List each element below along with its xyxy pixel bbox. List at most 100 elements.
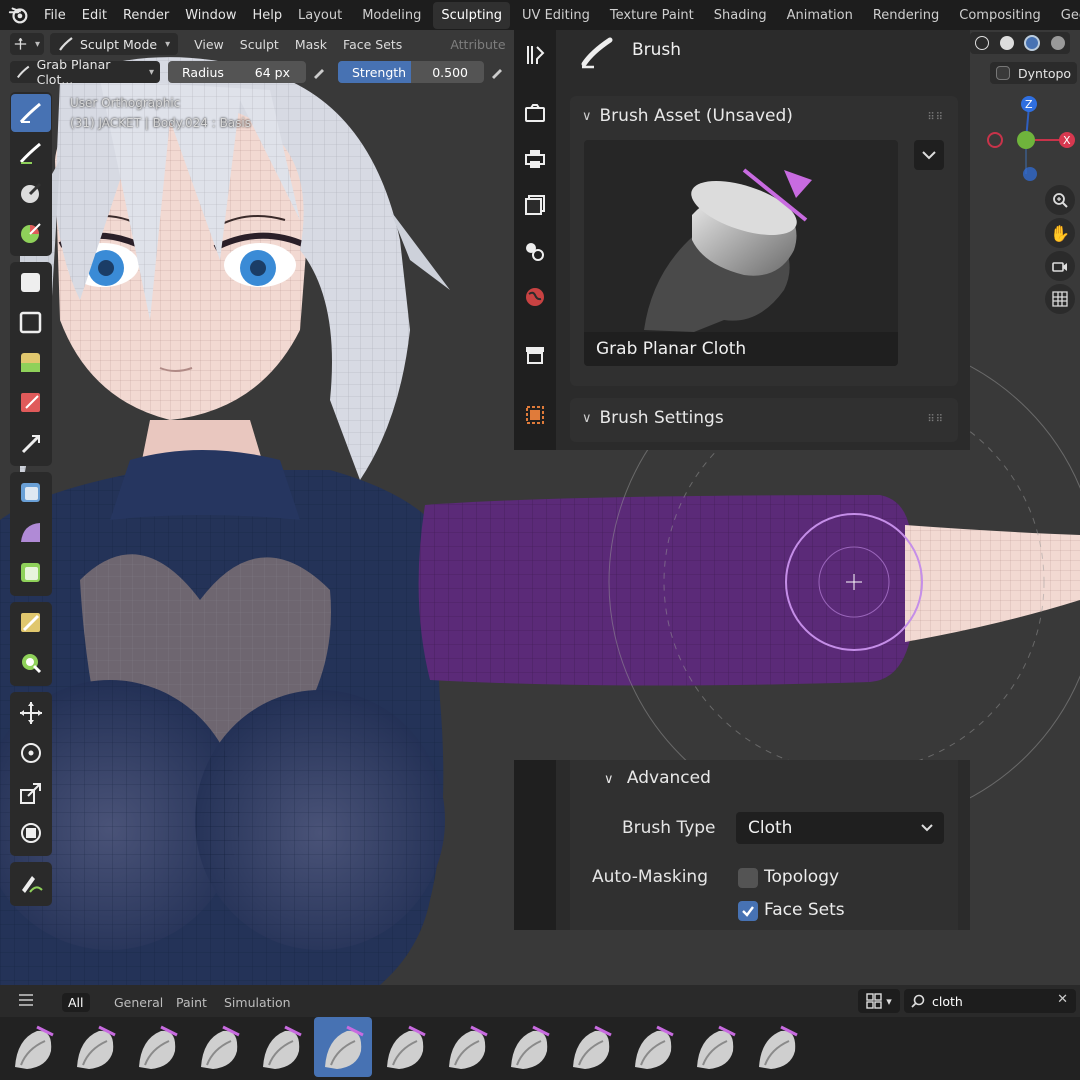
- tool-edit-face-set[interactable]: [11, 604, 51, 642]
- tab-sculpting[interactable]: Sculpting: [433, 1, 511, 29]
- transform-orientation-button[interactable]: ▾: [10, 33, 44, 55]
- asset-search-field[interactable]: cloth ✕: [904, 989, 1076, 1013]
- rendered-shading-icon[interactable]: [1050, 36, 1065, 50]
- brush-asset-item[interactable]: [624, 1017, 682, 1077]
- menu-edit[interactable]: Edit: [74, 8, 115, 23]
- brush-asset-item[interactable]: [4, 1017, 62, 1077]
- brush-asset-item[interactable]: [314, 1017, 372, 1077]
- shelf-tab-general[interactable]: General: [108, 993, 169, 1012]
- menu-file[interactable]: File: [36, 8, 74, 23]
- tool-draw-sharp[interactable]: [11, 134, 51, 172]
- search-input[interactable]: cloth: [932, 994, 963, 1009]
- dyntopo-toggle[interactable]: Dyntopo: [990, 62, 1078, 84]
- tab-shading[interactable]: Shading: [706, 2, 775, 29]
- shelf-tab-paint[interactable]: Paint: [170, 993, 213, 1012]
- menu-help[interactable]: Help: [245, 8, 291, 23]
- shelf-tab-simulation[interactable]: Simulation: [218, 993, 297, 1012]
- tab-output[interactable]: [522, 146, 548, 172]
- tab-object[interactable]: [522, 402, 548, 428]
- tab-scene[interactable]: [522, 238, 548, 264]
- tool-cloth-filter[interactable]: [11, 514, 51, 552]
- tab-world[interactable]: [522, 284, 548, 310]
- brush-asset-item[interactable]: [438, 1017, 496, 1077]
- advanced-panel-header[interactable]: ∨ Advanced: [604, 768, 711, 788]
- brush-asset-item[interactable]: [562, 1017, 620, 1077]
- brush-asset-item[interactable]: [190, 1017, 248, 1077]
- topology-label[interactable]: Topology: [764, 867, 839, 887]
- brush-asset-panel-header[interactable]: ∨ Brush Asset (Unsaved): [570, 96, 958, 136]
- brush-selector[interactable]: Grab Planar Clot... ▾: [10, 57, 160, 87]
- menu-face-sets[interactable]: Face Sets: [335, 37, 410, 52]
- display-mode-button[interactable]: ▾: [858, 989, 900, 1013]
- tab-tool[interactable]: [522, 42, 548, 68]
- solid-shading-icon[interactable]: [999, 36, 1014, 50]
- tab-uv-editing[interactable]: UV Editing: [514, 2, 598, 29]
- menu-window[interactable]: Window: [177, 8, 244, 23]
- brush-asset-item[interactable]: [748, 1017, 806, 1077]
- tab-geometry[interactable]: Geometry: [1053, 2, 1080, 29]
- tab-texture-paint[interactable]: Texture Paint: [602, 2, 702, 29]
- tool-box-face-set[interactable]: [11, 344, 51, 382]
- drag-handle-icon[interactable]: ⠿⠿: [927, 414, 944, 425]
- brush-asset-item[interactable]: [128, 1017, 186, 1077]
- blender-logo-icon[interactable]: [8, 4, 30, 26]
- brush-type-select[interactable]: Cloth: [736, 812, 944, 844]
- tool-annotate[interactable]: [11, 864, 51, 902]
- radius-pressure-icon[interactable]: [308, 61, 330, 83]
- material-shading-icon[interactable]: [1024, 35, 1041, 51]
- tab-collection[interactable]: [522, 342, 548, 368]
- topology-checkbox[interactable]: [738, 868, 758, 888]
- tool-mesh-filter[interactable]: [11, 474, 51, 512]
- tab-animation[interactable]: Animation: [779, 2, 861, 29]
- menu-render[interactable]: Render: [115, 8, 177, 23]
- brush-asset-dropdown-button[interactable]: [914, 140, 944, 170]
- hamburger-menu-icon[interactable]: [18, 993, 34, 1007]
- tool-rotate[interactable]: [11, 734, 51, 772]
- tab-modeling[interactable]: Modeling: [354, 2, 429, 29]
- tab-rendering[interactable]: Rendering: [865, 2, 947, 29]
- tool-scale[interactable]: [11, 774, 51, 812]
- tool-box-mask[interactable]: [11, 264, 51, 302]
- tool-paint[interactable]: [11, 174, 51, 212]
- tool-smear[interactable]: [11, 214, 51, 252]
- tab-view-layer[interactable]: [522, 192, 548, 218]
- strength-pressure-icon[interactable]: [486, 61, 508, 83]
- wireframe-shading-icon[interactable]: [975, 36, 990, 50]
- shelf-tab-all[interactable]: All: [62, 993, 90, 1012]
- menu-mask[interactable]: Mask: [287, 37, 335, 52]
- pan-button[interactable]: ✋: [1045, 218, 1075, 248]
- mode-selector[interactable]: Sculpt Mode ▾: [50, 33, 179, 55]
- tab-render[interactable]: [522, 100, 548, 126]
- tool-color-filter[interactable]: [11, 554, 51, 592]
- navigation-gizmo[interactable]: Z X: [985, 94, 1077, 186]
- brush-preview[interactable]: Grab Planar Cloth: [584, 140, 898, 366]
- menu-view[interactable]: View: [186, 37, 232, 52]
- brush-asset-item[interactable]: [66, 1017, 124, 1077]
- strength-slider[interactable]: Strength 0.500: [338, 61, 484, 83]
- brush-asset-item[interactable]: [252, 1017, 310, 1077]
- tool-mask-by-color[interactable]: [11, 644, 51, 682]
- tool-box-trim[interactable]: [11, 384, 51, 422]
- zoom-button[interactable]: [1045, 185, 1075, 215]
- brush-asset-item[interactable]: [376, 1017, 434, 1077]
- clear-search-icon[interactable]: ✕: [1057, 992, 1068, 1007]
- face-sets-label[interactable]: Face Sets: [764, 900, 845, 920]
- tool-box-hide[interactable]: [11, 304, 51, 342]
- dyntopo-checkbox[interactable]: [996, 66, 1010, 80]
- tool-transform[interactable]: [11, 814, 51, 852]
- face-sets-checkbox[interactable]: [738, 901, 758, 921]
- tab-compositing[interactable]: Compositing: [951, 2, 1049, 29]
- tool-line-project[interactable]: [11, 424, 51, 462]
- tool-draw[interactable]: [11, 94, 51, 132]
- brush-asset-item[interactable]: [686, 1017, 744, 1077]
- camera-view-button[interactable]: [1045, 251, 1075, 281]
- attribute-menu[interactable]: Attribute: [442, 37, 513, 52]
- tool-move[interactable]: [11, 694, 51, 732]
- brush-asset-item[interactable]: [500, 1017, 558, 1077]
- menu-sculpt[interactable]: Sculpt: [232, 37, 287, 52]
- brush-settings-panel-header[interactable]: ∨ Brush Settings: [570, 398, 958, 438]
- radius-field[interactable]: Radius 64 px: [168, 61, 306, 83]
- drag-handle-icon[interactable]: ⠿⠿: [927, 112, 944, 123]
- tab-layout[interactable]: Layout: [290, 2, 350, 29]
- ortho-toggle-button[interactable]: [1045, 284, 1075, 314]
